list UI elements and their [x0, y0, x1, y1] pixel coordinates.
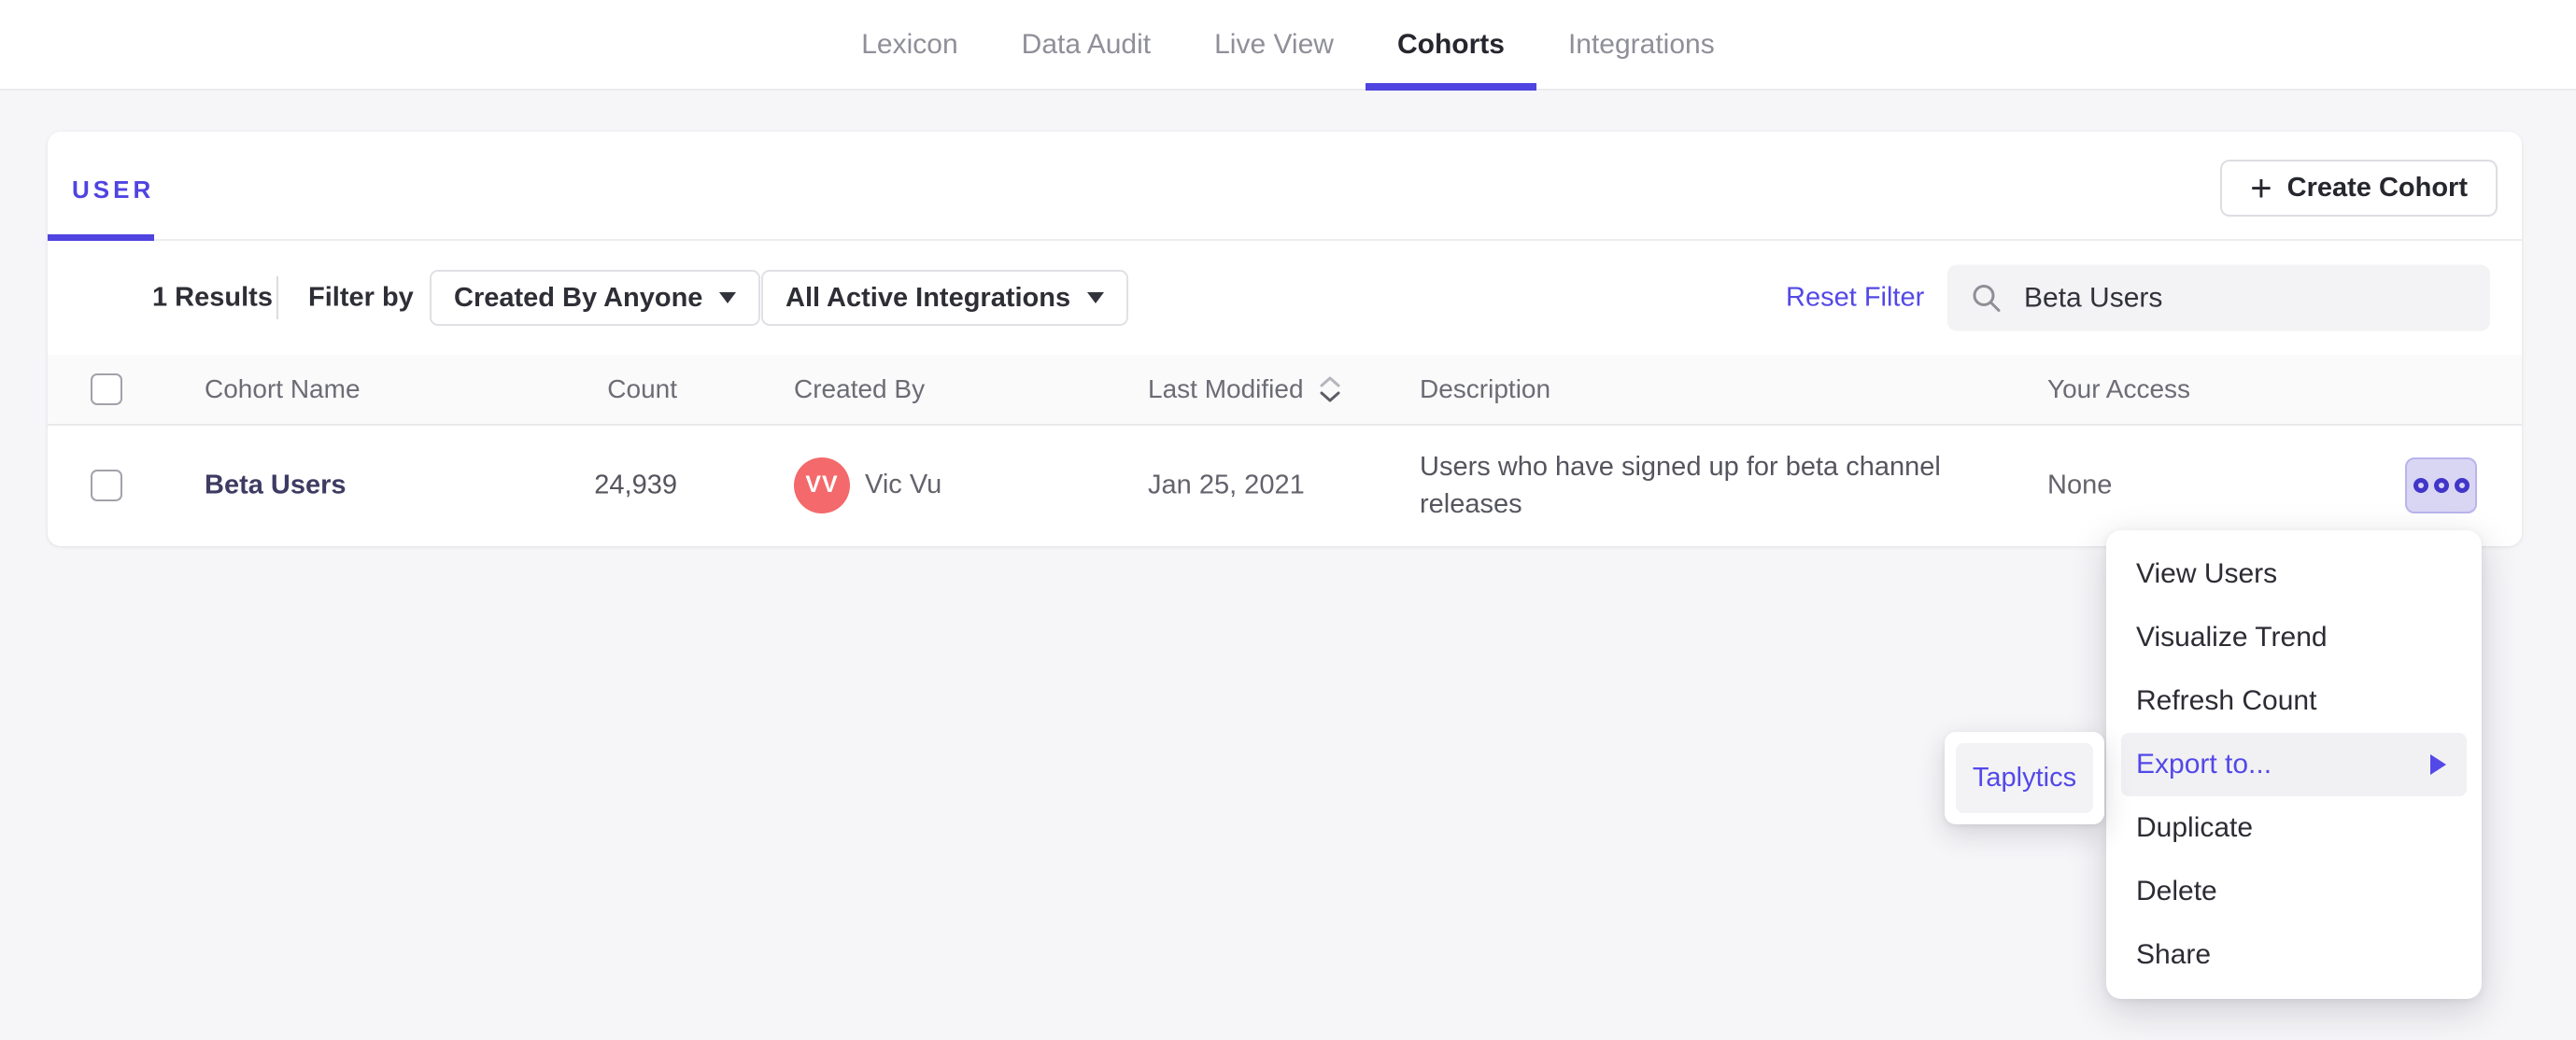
description-value: Users who have signed up for beta channe… — [1420, 451, 1941, 519]
creator-name: Vic Vu — [865, 470, 942, 499]
reset-filter-link[interactable]: Reset Filter — [1786, 283, 1924, 314]
export-submenu: Taplytics — [1945, 732, 2104, 824]
table-row[interactable]: Beta Users 24,939 VV Vic Vu Jan 25, 2021… — [48, 426, 2522, 544]
tab-data-audit[interactable]: Data Audit — [990, 0, 1182, 89]
three-circles-icon — [2454, 477, 2470, 493]
menu-item-view-users[interactable]: View Users — [2106, 542, 2482, 606]
select-all-checkbox[interactable] — [91, 373, 122, 405]
menu-item-duplicate[interactable]: Duplicate — [2106, 796, 2482, 860]
tab-integrations[interactable]: Integrations — [1536, 0, 1747, 89]
integrations-dropdown[interactable]: All Active Integrations — [761, 270, 1129, 326]
row-actions-menu: View Users Visualize Trend Refresh Count… — [2106, 530, 2482, 999]
row-checkbox[interactable] — [91, 469, 122, 501]
header-last-modified-label: Last Modified — [1148, 374, 1304, 403]
cohort-count: 24,939 — [594, 470, 677, 499]
create-cohort-label: Create Cohort — [2286, 173, 2468, 203]
three-circles-icon — [2433, 477, 2449, 493]
search-input[interactable]: Beta Users — [1947, 264, 2490, 331]
chevron-down-icon — [1087, 292, 1105, 303]
sort-updown-icon — [1320, 376, 1340, 402]
table-header: Cohort Name Count Created By Last Modifi… — [48, 355, 2522, 426]
menu-item-export-to[interactable]: Export to... — [2121, 733, 2467, 796]
header-last-modified[interactable]: Last Modified — [1148, 372, 1343, 406]
search-value: Beta Users — [2024, 282, 2163, 313]
header-count[interactable]: Count — [468, 374, 677, 404]
header-created-by[interactable]: Created By — [794, 374, 925, 404]
results-count: 1 Results — [152, 282, 273, 313]
created-by-dropdown-value: Created By Anyone — [454, 282, 703, 313]
menu-item-delete[interactable]: Delete — [2106, 860, 2482, 923]
menu-item-visualize-trend[interactable]: Visualize Trend — [2106, 606, 2482, 669]
tab-cohorts[interactable]: Cohorts — [1365, 0, 1536, 91]
integrations-dropdown-value: All Active Integrations — [786, 282, 1071, 313]
last-modified-value: Jan 25, 2021 — [1148, 470, 1305, 499]
tab-lexicon[interactable]: Lexicon — [829, 0, 989, 89]
tab-live-view[interactable]: Live View — [1182, 0, 1366, 89]
plus-icon: + — [2250, 167, 2272, 209]
created-by-dropdown[interactable]: Created By Anyone — [430, 270, 761, 326]
three-circles-icon — [2413, 477, 2428, 493]
card-tabbar: USER + Create Cohort — [48, 132, 2522, 241]
cohorts-card: USER + Create Cohort 1 Results Filter by… — [48, 132, 2522, 546]
menu-item-refresh-count[interactable]: Refresh Count — [2106, 669, 2482, 733]
divider — [276, 276, 278, 319]
filter-bar: 1 Results Filter by Created By Anyone Al… — [48, 241, 2522, 355]
header-your-access: Your Access — [2047, 374, 2191, 403]
menu-item-export-to-label: Export to... — [2136, 749, 2272, 780]
user-tab-underline — [48, 234, 154, 241]
avatar: VV — [794, 457, 850, 513]
row-actions-button[interactable] — [2405, 457, 2477, 513]
arrow-right-icon — [2430, 754, 2446, 775]
submenu-item-taplytics[interactable]: Taplytics — [1956, 743, 2093, 813]
chevron-down-icon — [719, 292, 737, 303]
top-nav: Lexicon Data Audit Live View Cohorts Int… — [0, 0, 2576, 91]
header-cohort-name[interactable]: Cohort Name — [205, 374, 361, 404]
created-by-cell: VV Vic Vu — [794, 457, 941, 513]
menu-item-share[interactable]: Share — [2106, 923, 2482, 987]
tab-user[interactable]: USER — [72, 176, 154, 204]
cohort-name-link[interactable]: Beta Users — [205, 470, 347, 500]
header-description: Description — [1420, 374, 1551, 403]
create-cohort-button[interactable]: + Create Cohort — [2220, 160, 2498, 217]
search-icon — [1973, 284, 2001, 312]
access-value: None — [2047, 470, 2113, 499]
filter-by-label: Filter by — [308, 282, 414, 313]
